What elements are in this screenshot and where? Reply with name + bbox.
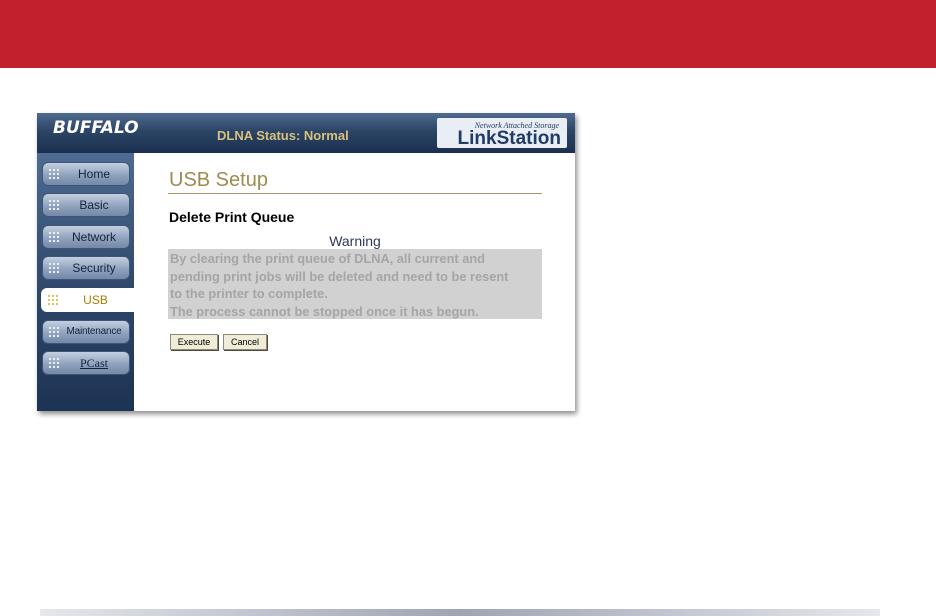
grip-icon [48, 231, 60, 243]
warning-line: pending print jobs will be deleted and n… [170, 268, 509, 284]
grip-icon [48, 357, 60, 369]
execute-button[interactable]: Execute [170, 334, 218, 350]
sidebar-item-basic[interactable]: Basic [42, 193, 130, 217]
header-bar: BUFFALO DLNA Status: Normal Network Atta… [37, 113, 575, 153]
main-content: USB Setup Delete Print Queue Warning By … [134, 153, 575, 411]
buffalo-logo: BUFFALO [53, 118, 139, 138]
grip-icon [48, 168, 60, 180]
warning-message: By clearing the print queue of DLNA, all… [168, 249, 542, 319]
product-name: LinkStation [457, 128, 561, 149]
sidebar-item-pcast[interactable]: PCast [42, 351, 130, 375]
warning-line: The process cannot be stopped once it ha… [170, 303, 479, 319]
sidebar-item-home[interactable]: Home [42, 162, 130, 186]
sidebar-item-label: PCast [79, 356, 108, 370]
grip-icon [48, 326, 60, 338]
sidebar-item-usb[interactable]: USB [41, 288, 134, 312]
linkstation-logo: Network Attached Storage LinkStation [437, 118, 567, 148]
footer-divider [40, 609, 880, 616]
grip-icon [48, 199, 60, 211]
sidebar-item-label: Basic [79, 198, 109, 212]
linkstation-window: BUFFALO DLNA Status: Normal Network Atta… [37, 113, 575, 411]
sidebar-item-label: USB [83, 293, 108, 307]
cancel-button[interactable]: Cancel [223, 334, 267, 350]
top-banner [0, 0, 936, 68]
sidebar-item-network[interactable]: Network [42, 225, 130, 249]
dlna-status: DLNA Status: Normal [217, 128, 349, 143]
title-divider [168, 193, 542, 194]
warning-line: By clearing the print queue of DLNA, all… [170, 251, 485, 266]
grip-icon [47, 294, 59, 306]
sidebar-item-label: Maintenance [66, 326, 122, 337]
sidebar-item-maintenance[interactable]: Maintenance [42, 320, 130, 344]
page-title: USB Setup [169, 169, 268, 191]
sidebar-item-security[interactable]: Security [42, 256, 130, 280]
sidebar-nav: Home Basic Network Security USB Maintena… [37, 153, 134, 411]
sidebar-item-label: Home [77, 167, 110, 181]
warning-line: to the printer to complete. [170, 286, 328, 301]
grip-icon [48, 262, 60, 274]
section-title: Delete Print Queue [169, 209, 295, 225]
sidebar-item-label: Network [71, 230, 116, 244]
sidebar-item-label: Security [72, 261, 116, 275]
warning-title: Warning [329, 233, 381, 249]
